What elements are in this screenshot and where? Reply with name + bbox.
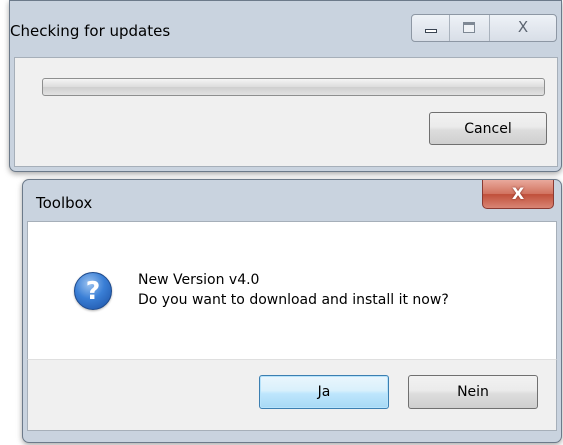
message-line-version: New Version v4.0 xyxy=(138,272,260,288)
update-window: Checking for updates X Cancel xyxy=(9,0,562,172)
update-window-client: Cancel xyxy=(14,57,558,167)
dialog-button-bar: Ja Nein xyxy=(27,359,557,431)
update-window-titlebar[interactable]: Checking for updates X xyxy=(10,1,561,43)
update-progress-bar xyxy=(42,78,545,96)
question-icon: ? xyxy=(74,272,112,310)
maximize-button[interactable] xyxy=(450,15,490,41)
close-icon: X xyxy=(517,18,529,36)
dialog-title: Toolbox xyxy=(36,194,93,212)
minimize-button[interactable] xyxy=(412,15,450,41)
toolbox-dialog: Toolbox X ? New Version v4.0 Do you want… xyxy=(22,179,562,443)
dialog-message-area: ? New Version v4.0 Do you want to downlo… xyxy=(27,221,557,359)
minimize-icon xyxy=(425,29,437,33)
no-button[interactable]: Nein xyxy=(408,375,538,409)
maximize-icon xyxy=(463,22,475,33)
close-icon: X xyxy=(511,184,525,203)
question-mark-glyph: ? xyxy=(85,276,101,305)
yes-button[interactable]: Ja xyxy=(259,375,389,409)
update-window-title: Checking for updates xyxy=(10,22,171,40)
dialog-close-button[interactable]: X xyxy=(482,180,554,209)
message-line-prompt: Do you want to download and install it n… xyxy=(138,292,449,308)
window-caption-buttons: X xyxy=(411,14,557,42)
close-button[interactable]: X xyxy=(490,15,556,41)
cancel-button[interactable]: Cancel xyxy=(429,112,547,145)
